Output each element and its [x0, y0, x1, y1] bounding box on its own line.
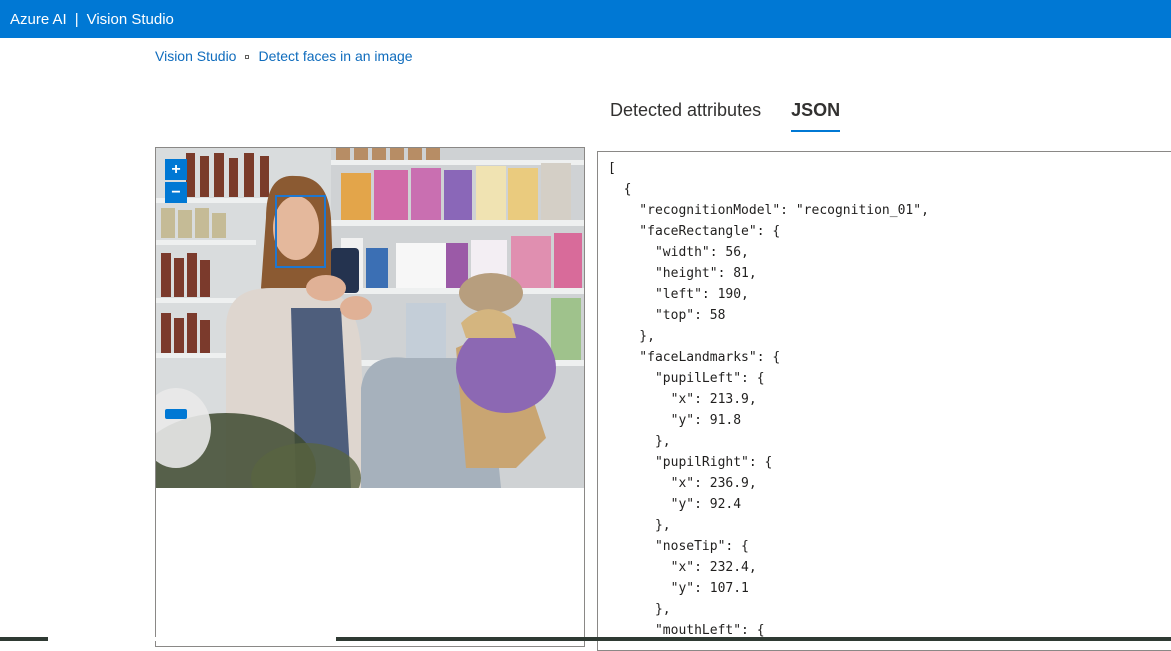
tab-json[interactable]: JSON — [791, 100, 841, 132]
breadcrumb-current-link[interactable]: Detect faces in an image — [258, 48, 412, 64]
product-name[interactable]: Vision Studio — [87, 11, 174, 28]
brand-name[interactable]: Azure AI — [10, 11, 67, 28]
breadcrumb-separator-icon — [245, 55, 250, 59]
breadcrumb-home-link[interactable]: Vision Studio — [155, 48, 236, 64]
zoom-slider-handle[interactable] — [165, 409, 187, 419]
analyzed-photo: + − — [156, 148, 584, 488]
detected-face-rectangle[interactable] — [275, 195, 326, 268]
tab-detected-attributes[interactable]: Detected attributes — [610, 100, 761, 132]
store-scene-image — [156, 148, 584, 488]
zoom-out-button[interactable]: − — [165, 182, 187, 203]
result-tabs: Detected attributes JSON — [610, 100, 841, 132]
json-output-panel[interactable]: [ { "recognitionModel": "recognition_01"… — [597, 151, 1171, 651]
breadcrumb: Vision Studio Detect faces in an image — [155, 48, 413, 64]
zoom-in-button[interactable]: + — [165, 159, 187, 180]
top-bar: Azure AI | Vision Studio — [0, 0, 1171, 38]
bottom-divider — [0, 637, 1171, 641]
json-output-text: [ { "recognitionModel": "recognition_01"… — [608, 161, 929, 638]
brand-separator: | — [74, 10, 79, 28]
image-panel: + − — [155, 147, 585, 647]
